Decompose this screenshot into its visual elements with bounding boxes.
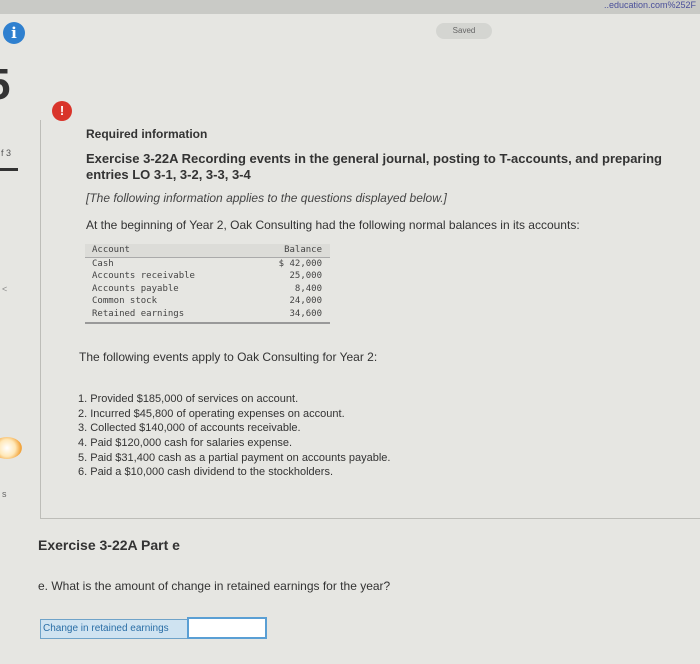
list-item: 4. Paid $120,000 cash for salaries expen…: [78, 437, 293, 450]
retained-earnings-change-input[interactable]: [187, 617, 267, 639]
exercise-title-line2: entries LO 3-1, 3-2, 3-3, 3-4: [86, 167, 251, 182]
account-cell: Accounts payable: [92, 283, 179, 294]
left-sidebar: [0, 55, 26, 664]
balance-cell: 34,600: [289, 308, 322, 319]
balance-cell: 25,000: [289, 271, 322, 281]
info-note: [The following information applies to th…: [86, 191, 447, 205]
back-arrow-icon[interactable]: 5: [0, 60, 10, 110]
balances-intro: At the beginning of Year 2, Oak Consulti…: [86, 218, 580, 232]
exercise-title-line1: Exercise 3-22A Recording events in the g…: [86, 151, 662, 166]
chevron-left-icon[interactable]: <: [2, 284, 7, 294]
sidebar-page-number: f 3: [1, 148, 12, 158]
column-header-balance: Balance: [284, 245, 322, 255]
required-info-label: Required information: [86, 127, 208, 141]
events-intro: The following events apply to Oak Consul…: [79, 350, 378, 364]
browser-top-bar: ..education.com%252F: [0, 0, 700, 14]
question-text: e. What is the amount of change in retai…: [38, 579, 391, 593]
account-cell: Common stock: [92, 296, 158, 306]
table-row: Accounts receivable 25,000: [85, 270, 330, 283]
account-cell: Accounts receivable: [92, 271, 195, 281]
list-item: 1. Provided $185,000 of services on acco…: [78, 393, 299, 405]
events-list: 1. Provided $185,000 of services on acco…: [78, 392, 391, 480]
part-title: Exercise 3-22A Part e: [38, 537, 180, 553]
url-fragment: ..education.com%252F: [603, 0, 696, 10]
list-item: 3. Collected $140,000 of accounts receiv…: [78, 422, 301, 435]
list-item: 2. Incurred $45,800 of operating expense…: [78, 407, 345, 420]
exercise-title: Exercise 3-22A Recording events in the g…: [86, 151, 700, 183]
table-row: Accounts payable 8,400: [85, 283, 330, 296]
sidebar-letter: s: [2, 489, 7, 499]
column-header-account: Account: [92, 245, 130, 255]
saved-status-badge: Saved: [436, 23, 492, 39]
table-header-row: Account Balance: [85, 244, 330, 258]
list-item: 6. Paid a $10,000 cash dividend to the s…: [78, 466, 334, 479]
answer-label: Change in retained earnings: [40, 619, 189, 639]
sidebar-current-indicator: [0, 168, 18, 171]
balances-table: Account Balance Cash $ 42,000 Accounts r…: [85, 244, 330, 324]
balance-cell: 8,400: [294, 283, 322, 294]
account-cell: Retained earnings: [92, 308, 185, 319]
info-icon[interactable]: i: [3, 22, 25, 44]
balance-cell: $ 42,000: [278, 258, 322, 269]
list-item: 5. Paid $31,400 cash as a partial paymen…: [78, 451, 391, 464]
account-cell: Cash: [92, 258, 114, 269]
table-row: Retained earnings 34,600: [85, 308, 330, 321]
balance-cell: 24,000: [289, 296, 322, 306]
table-row: Common stock 24,000: [85, 295, 330, 308]
table-row: Cash $ 42,000: [85, 258, 330, 271]
warning-icon: !: [52, 101, 72, 121]
